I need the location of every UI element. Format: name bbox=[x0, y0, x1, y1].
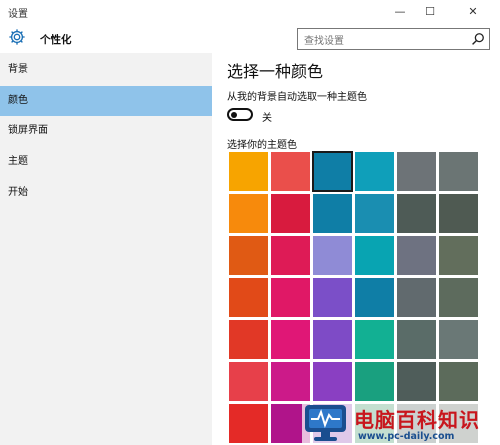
maximize-button[interactable]: ☐ bbox=[415, 0, 445, 23]
auto-accent-toggle[interactable] bbox=[227, 108, 253, 121]
watermark-title: 电脑百科知识 bbox=[354, 408, 480, 432]
auto-accent-label: 从我的背景自动选取一种主题色 bbox=[227, 92, 367, 103]
accent-color-swatch[interactable] bbox=[439, 236, 478, 275]
accent-color-swatch[interactable] bbox=[271, 194, 310, 233]
accent-color-swatch[interactable] bbox=[229, 152, 268, 191]
sidebar-item-start[interactable]: 开始 bbox=[0, 178, 212, 208]
accent-color-swatch[interactable] bbox=[229, 404, 268, 443]
search-icon[interactable] bbox=[471, 32, 485, 46]
accent-color-swatch[interactable] bbox=[439, 194, 478, 233]
sidebar-title: 个性化 bbox=[40, 34, 72, 46]
accent-color-swatch[interactable] bbox=[439, 152, 478, 191]
accent-color-swatch[interactable] bbox=[271, 236, 310, 275]
watermark-url: www.pc-daily.com bbox=[358, 431, 455, 442]
window-title: 设置 bbox=[8, 9, 28, 20]
accent-color-swatch[interactable] bbox=[229, 320, 268, 359]
accent-color-swatch[interactable] bbox=[229, 362, 268, 401]
accent-color-swatch[interactable] bbox=[355, 152, 394, 191]
watermark: 电脑百科知识 www.pc-daily.com bbox=[302, 402, 500, 445]
accent-color-swatch[interactable] bbox=[397, 278, 436, 317]
accent-color-swatch[interactable] bbox=[229, 236, 268, 275]
sidebar: 个性化 背景 颜色 锁屏界面 主题 开始 bbox=[0, 23, 212, 445]
close-button[interactable]: ✕ bbox=[449, 0, 497, 23]
sidebar-item-themes[interactable]: 主题 bbox=[0, 147, 212, 177]
accent-color-swatch[interactable] bbox=[271, 152, 310, 191]
page-title: 选择一种颜色 bbox=[227, 62, 324, 81]
accent-color-swatch[interactable] bbox=[397, 362, 436, 401]
sidebar-header: 个性化 bbox=[0, 23, 212, 53]
accent-color-swatch[interactable] bbox=[313, 194, 352, 233]
accent-color-swatch[interactable] bbox=[397, 194, 436, 233]
accent-color-swatch[interactable] bbox=[397, 152, 436, 191]
gear-icon[interactable] bbox=[8, 28, 26, 46]
accent-color-swatch[interactable] bbox=[312, 151, 353, 192]
main-pane: 选择一种颜色 从我的背景自动选取一种主题色 关 选择你的主题色 bbox=[212, 53, 500, 445]
minimize-button[interactable]: — bbox=[385, 0, 415, 23]
accent-color-swatch[interactable] bbox=[271, 278, 310, 317]
accent-color-swatch[interactable] bbox=[355, 320, 394, 359]
accent-color-swatch[interactable] bbox=[313, 362, 352, 401]
accent-color-swatch[interactable] bbox=[313, 278, 352, 317]
toggle-state-label: 关 bbox=[262, 113, 272, 124]
sidebar-item-colors[interactable]: 颜色 bbox=[0, 86, 212, 116]
accent-color-swatch[interactable] bbox=[439, 362, 478, 401]
accent-color-swatch[interactable] bbox=[397, 236, 436, 275]
accent-color-swatch[interactable] bbox=[229, 194, 268, 233]
accent-color-swatch[interactable] bbox=[397, 320, 436, 359]
accent-color-swatch[interactable] bbox=[271, 362, 310, 401]
accent-color-swatch[interactable] bbox=[229, 278, 268, 317]
accent-color-swatch[interactable] bbox=[439, 320, 478, 359]
accent-color-swatch[interactable] bbox=[355, 194, 394, 233]
search-input[interactable] bbox=[298, 31, 458, 52]
search-box[interactable] bbox=[297, 28, 490, 52]
sidebar-item-background[interactable]: 背景 bbox=[0, 55, 212, 85]
accent-color-swatch[interactable] bbox=[313, 236, 352, 275]
accent-color-swatch[interactable] bbox=[439, 278, 478, 317]
sidebar-item-lock-screen[interactable]: 锁屏界面 bbox=[0, 116, 212, 146]
accent-color-swatch[interactable] bbox=[355, 236, 394, 275]
title-bar: 设置 — ☐ ✕ bbox=[0, 0, 500, 23]
accent-color-swatch[interactable] bbox=[355, 362, 394, 401]
accent-color-swatch[interactable] bbox=[271, 320, 310, 359]
accent-color-swatch[interactable] bbox=[313, 320, 352, 359]
accent-grid-label: 选择你的主题色 bbox=[227, 140, 297, 151]
toggle-knob bbox=[231, 111, 237, 118]
accent-color-swatch[interactable] bbox=[355, 278, 394, 317]
monitor-logo-icon bbox=[305, 405, 346, 441]
